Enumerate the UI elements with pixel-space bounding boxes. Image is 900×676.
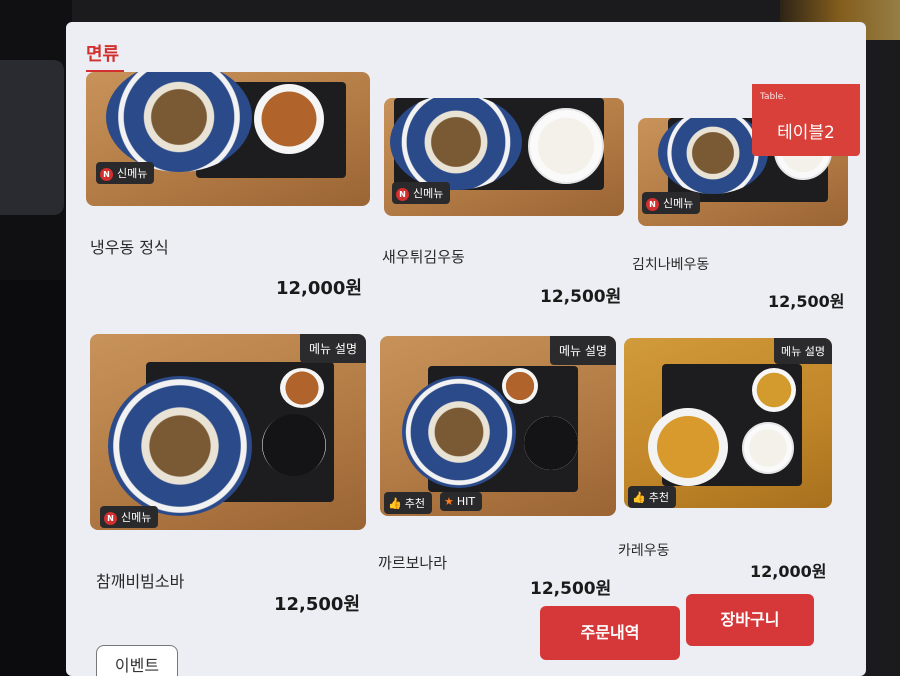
table-number: 테이블2 — [777, 123, 835, 143]
event-button[interactable]: 이벤트 — [96, 645, 178, 676]
badge-new-menu: N 신메뉴 — [392, 182, 451, 204]
side-dish — [502, 368, 538, 404]
category-tab-noodles[interactable]: 면류 — [86, 40, 119, 66]
menu-description-button[interactable]: 메뉴 설명 — [300, 334, 366, 363]
badge-hit: ★ HIT — [440, 492, 483, 511]
menu-item-name: 카레우동 — [618, 543, 670, 559]
menu-item-price: 12,000원 — [276, 278, 363, 299]
food-bowl — [648, 408, 728, 486]
side-dish — [280, 368, 324, 408]
dipping-sauce — [262, 414, 326, 476]
menu-item-name: 새우튀김우동 — [382, 248, 465, 266]
table-caption: Table. — [760, 92, 787, 102]
badge-new-menu: N 신메뉴 — [96, 162, 155, 184]
table-number-badge: Table. 테이블2 — [752, 84, 860, 156]
side-panel-dark — [0, 280, 70, 676]
menu-card-photo[interactable]: 메뉴 설명 👍 추천 — [624, 338, 832, 508]
menu-card-photo[interactable]: N 신메뉴 — [384, 98, 624, 216]
menu-item-name: 김치나베우동 — [632, 257, 710, 273]
menu-card-photo[interactable]: 메뉴 설명 👍 추천 ★ HIT — [380, 336, 616, 516]
cart-button[interactable]: 장바구니 — [686, 594, 814, 646]
food-bowl — [390, 98, 522, 190]
menu-item-price: 12,500원 — [540, 287, 622, 307]
badge-recommended: 👍 추천 — [628, 486, 676, 508]
food-bowl — [108, 376, 252, 516]
menu-item-price: 12,500원 — [530, 579, 612, 599]
menu-card-photo[interactable]: N 신메뉴 — [86, 72, 370, 206]
menu-item-name: 냉우동 정식 — [90, 238, 169, 257]
menu-item-name: 까르보나라 — [378, 554, 448, 572]
order-history-button[interactable]: 주문내역 — [540, 606, 680, 660]
badge-new-menu: N 신메뉴 — [642, 192, 701, 214]
food-bowl — [402, 376, 516, 488]
soup-bowl — [524, 416, 578, 470]
menu-card-photo[interactable]: 메뉴 설명 N 신메뉴 — [90, 334, 366, 530]
kiosk-screen: 면류 N 신메뉴 N 신메뉴 N 신메뉴 Table. 테이블2 냉우동 정식 12,… — [66, 22, 866, 676]
badge-new-menu: N 신메뉴 — [100, 506, 159, 528]
badge-recommended: 👍 추천 — [384, 492, 432, 514]
menu-item-price: 12,500원 — [768, 292, 845, 311]
side-panel — [0, 60, 64, 215]
menu-description-button[interactable]: 메뉴 설명 — [550, 336, 616, 365]
menu-item-name: 참깨비빔소바 — [96, 572, 185, 591]
rice-bowl — [528, 108, 604, 184]
menu-item-price: 12,000원 — [750, 562, 827, 581]
curry-dish — [752, 368, 796, 412]
menu-item-price: 12,500원 — [274, 594, 361, 615]
menu-description-button[interactable]: 메뉴 설명 — [774, 338, 832, 364]
rice-bowl — [742, 422, 794, 474]
side-dish — [254, 84, 324, 154]
